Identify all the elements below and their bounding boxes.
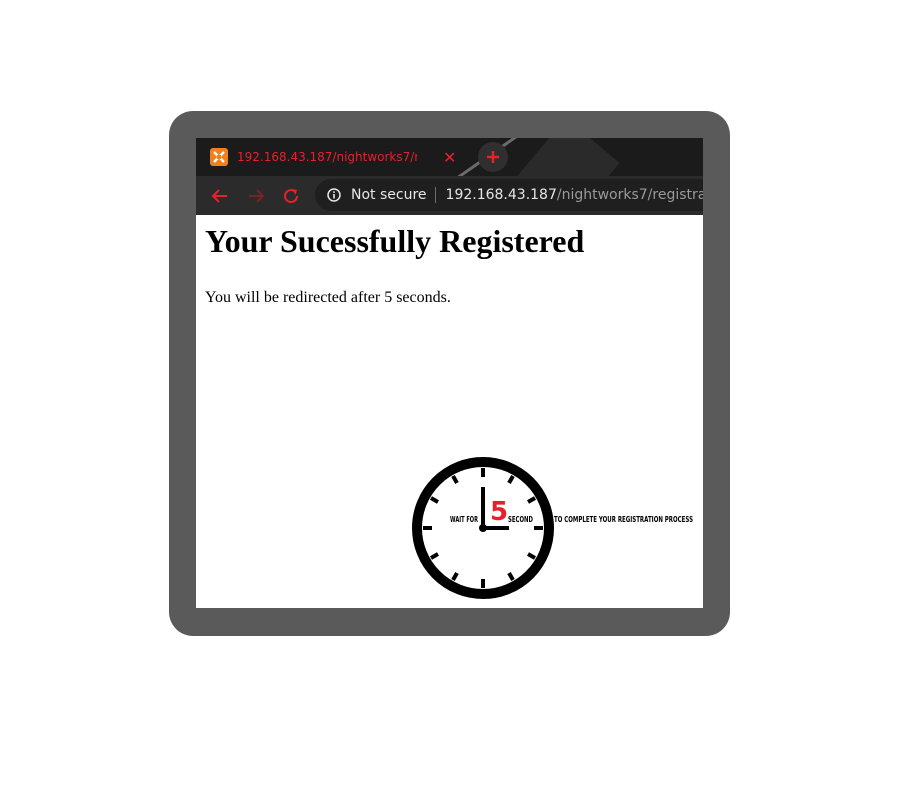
arrow-left-icon bbox=[211, 189, 227, 203]
back-button[interactable] bbox=[208, 184, 232, 208]
forward-button[interactable] bbox=[244, 184, 268, 208]
security-label[interactable]: Not secure bbox=[351, 187, 427, 203]
browser-toolbar: Not secure 192.168.43.187/nightworks7/re… bbox=[196, 176, 703, 215]
url-host: 192.168.43.187 bbox=[445, 187, 557, 203]
new-tab-button[interactable] bbox=[478, 142, 508, 172]
xampp-icon bbox=[210, 148, 228, 166]
info-icon[interactable] bbox=[327, 188, 341, 202]
clock-graphic: WAIT FOR 5 SECOND TO COMPLETE YOUR REGIS… bbox=[412, 457, 693, 599]
url-path: /nightworks7/registration bbox=[556, 187, 703, 203]
separator bbox=[434, 187, 436, 203]
redirect-message: You will be redirected after 5 seconds. bbox=[205, 289, 451, 306]
close-icon[interactable]: ✕ bbox=[443, 138, 456, 176]
browser-tab[interactable]: 192.168.43.187/nightworks7/registration … bbox=[210, 138, 468, 176]
tab-title: 192.168.43.187/nightworks7/registration bbox=[237, 150, 417, 164]
plus-icon bbox=[487, 151, 499, 163]
tab-bar: 192.168.43.187/nightworks7/registration … bbox=[196, 138, 703, 176]
arrow-right-icon bbox=[249, 189, 265, 203]
wait-for-label: WAIT FOR bbox=[450, 515, 478, 524]
browser-window: 192.168.43.187/nightworks7/registration … bbox=[196, 138, 703, 608]
page-title: Your Sucessfully Registered bbox=[205, 223, 585, 259]
seconds-number: 5 bbox=[490, 497, 508, 527]
clock-icon bbox=[412, 457, 554, 599]
reload-button[interactable] bbox=[279, 184, 303, 208]
page-content: Your Sucessfully Registered You will be … bbox=[196, 215, 703, 608]
reload-icon bbox=[284, 189, 299, 204]
address-bar[interactable]: Not secure 192.168.43.187/nightworks7/re… bbox=[315, 179, 703, 211]
second-label: SECOND bbox=[508, 515, 533, 524]
registration-process-label: TO COMPLETE YOUR REGISTRATION PROCESS bbox=[554, 515, 693, 524]
